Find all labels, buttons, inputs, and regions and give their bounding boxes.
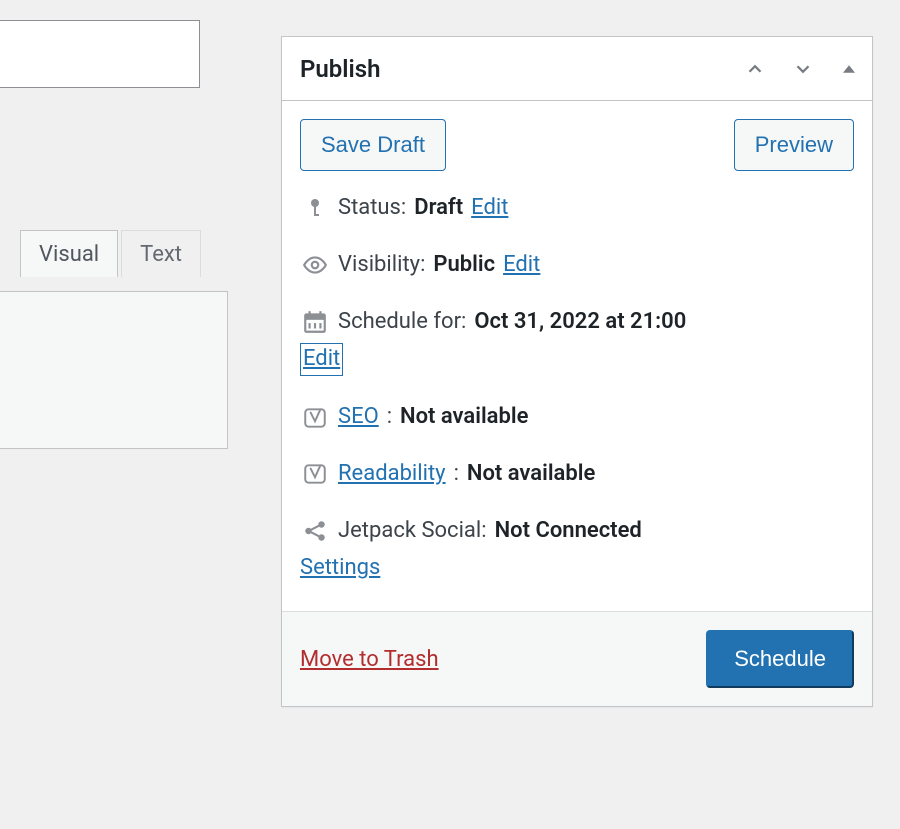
seo-sep: :: [387, 402, 392, 433]
schedule-label: Schedule for:: [338, 307, 466, 338]
schedule-button[interactable]: Schedule: [706, 630, 854, 688]
seo-row: SEO: Not available: [300, 390, 854, 447]
editor-tabs: Visual Text: [20, 230, 201, 277]
publish-title: Publish: [300, 55, 381, 83]
move-up-button[interactable]: [740, 54, 770, 84]
misc-publishing-actions: Status: Draft Edit Visibility: Public Ed…: [282, 177, 872, 611]
share-icon: [300, 516, 330, 546]
schedule-edit-link[interactable]: Edit: [300, 343, 343, 376]
publish-metabox: Publish Save Draft Preview Status: Draft: [281, 36, 873, 707]
move-down-button[interactable]: [788, 54, 818, 84]
status-edit-link[interactable]: Edit: [471, 193, 508, 224]
move-to-trash-link[interactable]: Move to Trash: [300, 647, 439, 672]
handle-actions: [740, 54, 862, 84]
calendar-icon: [300, 307, 330, 337]
visibility-edit-link[interactable]: Edit: [503, 250, 540, 281]
key-icon: [300, 193, 330, 223]
major-publishing-actions: Move to Trash Schedule: [282, 611, 872, 706]
chevron-up-icon: [744, 58, 766, 80]
jetpack-value: Not Connected: [495, 516, 642, 547]
visibility-label: Visibility:: [338, 250, 425, 281]
eye-icon: [300, 250, 330, 280]
yoast-icon: [300, 459, 330, 489]
editor-body[interactable]: [0, 291, 228, 449]
readability-row: Readability: Not available: [300, 447, 854, 504]
save-draft-button[interactable]: Save Draft: [300, 119, 446, 171]
seo-value: Not available: [400, 402, 528, 433]
readability-sep: :: [454, 459, 459, 490]
schedule-value: Oct 31, 2022 at 21:00: [474, 307, 686, 338]
preview-button[interactable]: Preview: [734, 119, 854, 171]
toggle-panel-button[interactable]: [836, 56, 862, 82]
tab-visual[interactable]: Visual: [20, 230, 118, 277]
title-input[interactable]: [0, 20, 200, 88]
jetpack-settings-link[interactable]: Settings: [300, 553, 380, 584]
chevron-down-icon: [792, 58, 814, 80]
jetpack-label: Jetpack Social:: [338, 516, 487, 547]
readability-value: Not available: [467, 459, 595, 490]
status-label: Status:: [338, 193, 406, 224]
readability-link[interactable]: Readability: [338, 459, 446, 490]
tab-text[interactable]: Text: [121, 230, 201, 277]
triangle-up-icon: [840, 60, 858, 78]
minor-publishing-actions: Save Draft Preview: [282, 101, 872, 177]
jetpack-row: Jetpack Social: Not Connected Settings: [300, 504, 854, 598]
visibility-value: Public: [433, 250, 495, 281]
seo-link[interactable]: SEO: [338, 402, 379, 433]
status-value: Draft: [414, 193, 463, 224]
status-row: Status: Draft Edit: [300, 181, 854, 238]
yoast-icon: [300, 403, 330, 433]
schedule-row: Schedule for: Oct 31, 2022 at 21:00 Edit: [300, 295, 854, 391]
visibility-row: Visibility: Public Edit: [300, 238, 854, 295]
publish-header: Publish: [282, 37, 872, 101]
